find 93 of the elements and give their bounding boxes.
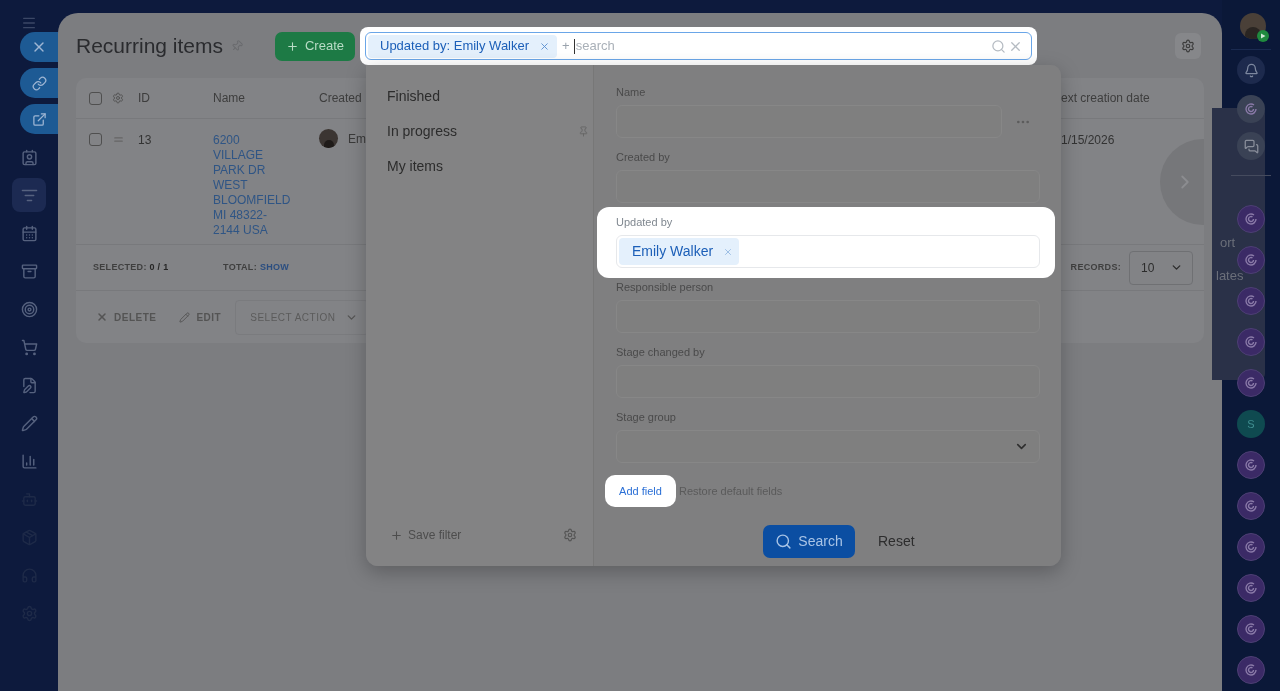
search-button[interactable]: Search	[763, 525, 855, 558]
app-button[interactable]	[1237, 574, 1265, 602]
column-header[interactable]: ID	[138, 89, 213, 107]
app-button[interactable]	[1237, 451, 1265, 479]
app-button[interactable]	[1237, 492, 1265, 520]
swirl-icon	[1243, 334, 1259, 350]
settings-icon	[1181, 39, 1195, 53]
table-cell-text: 13	[138, 133, 153, 148]
create-button[interactable]: Create	[275, 31, 355, 61]
swirl-icon	[1243, 375, 1259, 391]
flyout-text: lates	[1216, 269, 1244, 282]
close-icon	[96, 311, 108, 323]
pinned-action-button[interactable]	[20, 104, 58, 134]
preset-item[interactable]: Finished	[366, 87, 593, 105]
plus-icon	[390, 528, 403, 542]
menu-icon[interactable]	[21, 15, 37, 31]
pin-icon[interactable]	[578, 125, 589, 137]
app-button[interactable]	[1237, 533, 1265, 561]
field-label: Updated by	[616, 216, 674, 229]
select-field[interactable]	[616, 430, 1040, 463]
search-icon[interactable]	[991, 38, 1006, 54]
swirl-icon	[1243, 580, 1259, 596]
notifications-button[interactable]	[1237, 56, 1265, 84]
preset-label: My items	[387, 156, 443, 176]
records-value: 10	[1141, 259, 1155, 277]
swirl-icon	[1243, 101, 1259, 117]
swirl-icon	[1243, 211, 1259, 227]
filter-tag-text: Updated by: Emily Walker	[380, 37, 530, 56]
person-tag-text: Emily Walker	[632, 242, 714, 261]
user-avatar[interactable]	[1240, 13, 1266, 39]
close-button[interactable]	[20, 32, 58, 62]
file-edit-icon	[20, 376, 38, 394]
table-cell-text: Em	[348, 130, 366, 148]
swirl-icon	[1243, 662, 1259, 678]
remove-icon[interactable]	[723, 246, 734, 257]
calendar-icon	[20, 224, 38, 242]
app-button[interactable]: S	[1237, 410, 1265, 438]
pencil-icon	[20, 414, 38, 432]
selected-count: SELECTED: 0 / 1	[93, 260, 170, 274]
swirl-icon	[1243, 457, 1259, 473]
settings-button[interactable]	[1175, 33, 1201, 59]
people-field[interactable]: Emily Walker	[616, 235, 1040, 268]
checkbox[interactable]	[89, 91, 102, 105]
bar-chart-icon	[20, 452, 38, 470]
settings-icon[interactable]	[112, 92, 124, 104]
records-select[interactable]: 10	[1129, 250, 1193, 285]
external-link-icon	[31, 111, 47, 127]
records-label: RECORDS:	[1070, 260, 1121, 274]
add-field-button[interactable]: Add field	[605, 475, 676, 507]
pencil-icon	[179, 311, 191, 323]
search-icon	[775, 533, 793, 550]
table-cell: 1/15/2026	[1061, 133, 1115, 148]
preset-item[interactable]: My items	[366, 157, 593, 175]
column-header[interactable]: Created	[319, 89, 362, 107]
preset-label: Finished	[387, 86, 440, 106]
checkbox[interactable]	[89, 133, 102, 146]
app-button[interactable]	[1237, 95, 1265, 123]
page-title: Recurring items	[76, 33, 224, 60]
column-header[interactable]: Name	[213, 89, 319, 107]
cart-icon	[20, 338, 38, 356]
swirl-icon	[1243, 621, 1259, 637]
reset-button[interactable]: Reset	[878, 531, 915, 552]
add-sign: +	[562, 37, 570, 56]
swirl-icon	[1243, 293, 1259, 309]
user-avatar	[319, 129, 338, 148]
nav-item[interactable]	[12, 178, 46, 212]
play-badge	[1257, 30, 1269, 42]
target-icon	[20, 300, 38, 318]
column-header[interactable]: ext creation date	[1061, 89, 1150, 107]
swirl-icon	[1243, 498, 1259, 514]
preset-item[interactable]: In progress	[366, 122, 593, 140]
plus-icon	[286, 39, 299, 53]
swirl-icon	[1243, 539, 1259, 555]
person-tag[interactable]: Emily Walker	[619, 238, 740, 265]
app-button[interactable]	[1237, 656, 1265, 684]
filter-tag[interactable]: Updated by: Emily Walker	[368, 34, 558, 58]
search-input[interactable]: search	[573, 38, 991, 54]
remove-icon[interactable]	[539, 40, 551, 52]
link-icon	[31, 75, 47, 91]
chat-icon	[1243, 138, 1259, 154]
total-label: TOTAL:	[223, 260, 257, 274]
bell-icon	[1243, 62, 1259, 78]
swirl-icon	[1243, 252, 1259, 268]
preset-label: In progress	[387, 121, 458, 141]
archive-icon	[20, 262, 38, 280]
settings-icon[interactable]	[563, 528, 577, 542]
search-field[interactable]: Updated by: Emily Walker + search	[365, 32, 1032, 60]
contact-card-icon	[20, 148, 38, 166]
pinned-action-button[interactable]	[20, 68, 58, 98]
flyout-text: ort	[1220, 236, 1236, 249]
app-button[interactable]	[1237, 615, 1265, 643]
item-name-link[interactable]: 6200 VILLAGE PARK DR WEST BLOOMFIELD MI 48322-2144 USA	[213, 133, 291, 238]
show-total-link[interactable]: SHOW	[259, 260, 290, 275]
